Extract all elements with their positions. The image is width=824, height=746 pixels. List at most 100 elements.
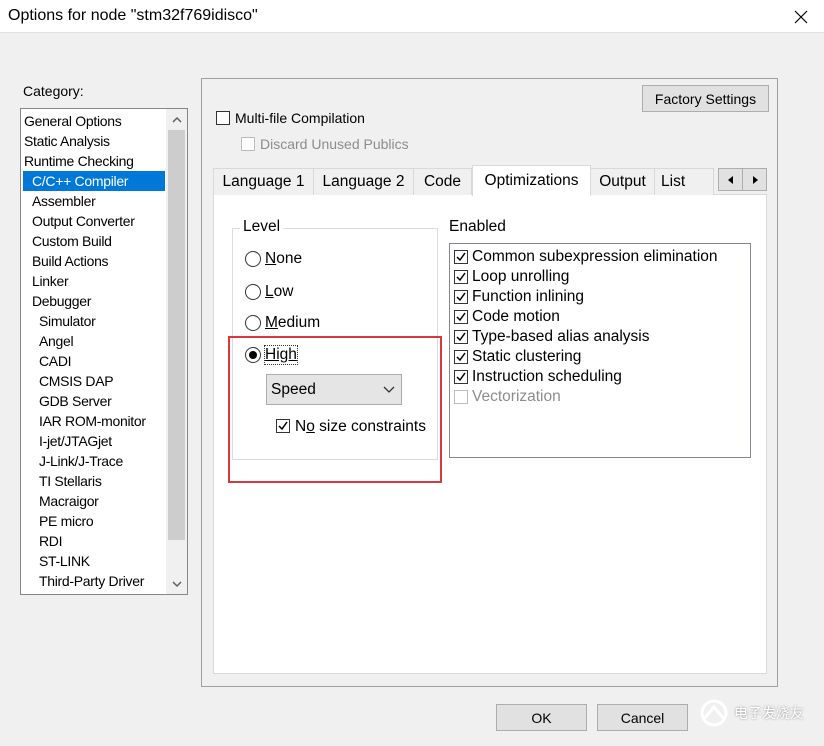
tab-language-2[interactable]: Language 2	[313, 168, 414, 195]
tab-output[interactable]: Output	[590, 168, 655, 195]
enabled-item-checkbox[interactable]	[454, 290, 468, 304]
category-item[interactable]: CADI	[21, 351, 166, 371]
scrollbar-thumb[interactable]	[168, 130, 185, 540]
tab-list[interactable]: List	[654, 168, 714, 195]
enabled-item-label: Code motion	[472, 308, 560, 325]
title-bar: Options for node "stm32f769idisco"	[0, 0, 824, 33]
enabled-item-label: Loop unrolling	[472, 268, 570, 285]
radio-medium-hotkey: M	[265, 314, 278, 331]
enabled-item[interactable]: Loop unrolling	[454, 267, 569, 287]
radio-none[interactable]	[245, 251, 261, 267]
watermark-text: 电子发烧友	[734, 705, 804, 721]
enabled-item[interactable]: Common subexpression elimination	[454, 247, 718, 267]
category-item[interactable]: J-Link/J-Trace	[21, 451, 166, 471]
highlight-annotation-box	[228, 336, 442, 483]
scroll-up-button[interactable]	[166, 109, 187, 130]
category-item[interactable]: General Options	[21, 111, 166, 131]
category-item[interactable]: IAR ROM-monitor	[21, 411, 166, 431]
checkmark-icon	[456, 272, 466, 282]
enabled-transformations-list[interactable]: Common subexpression elimination Loop unr…	[449, 243, 751, 458]
checkmark-icon	[456, 372, 466, 382]
radio-medium-rest: edium	[277, 314, 321, 331]
category-item[interactable]: I-jet/JTAGjet	[21, 431, 166, 451]
radio-low[interactable]	[245, 284, 261, 300]
radio-none-label: None	[265, 250, 302, 268]
enabled-item-checkbox[interactable]	[454, 390, 468, 404]
category-item[interactable]: GDB Server	[21, 391, 166, 411]
category-scrollbar[interactable]	[166, 109, 187, 594]
discard-checkbox[interactable]	[241, 137, 255, 151]
enabled-item-label: Vectorization	[472, 388, 561, 405]
category-item[interactable]: Third-Party Driver	[21, 571, 166, 591]
category-list[interactable]: General Options Static Analysis Runtime Ch…	[20, 108, 188, 595]
enabled-item[interactable]: Function inlining	[454, 287, 584, 307]
category-item[interactable]: Angel	[21, 331, 166, 351]
category-label: Category:	[23, 83, 84, 99]
triangle-left-icon	[727, 175, 733, 184]
category-item[interactable]: Macraigor	[21, 491, 166, 511]
cancel-button[interactable]: Cancel	[597, 704, 688, 731]
multifile-checkbox[interactable]	[216, 111, 230, 125]
enabled-item-label: Common subexpression elimination	[472, 248, 718, 265]
enabled-item-checkbox[interactable]	[454, 250, 468, 264]
enabled-item[interactable]: Type-based alias analysis	[454, 327, 650, 347]
radio-low-rest: ow	[273, 283, 294, 300]
category-item[interactable]: TI Stellaris	[21, 471, 166, 491]
enabled-item-checkbox[interactable]	[454, 330, 468, 344]
category-item[interactable]: Build Actions	[21, 251, 166, 271]
enabled-title: Enabled	[449, 218, 506, 235]
radio-none-rest: one	[276, 250, 303, 267]
window-title: Options for node "stm32f769idisco"	[8, 7, 258, 24]
scroll-down-button[interactable]	[166, 573, 187, 594]
tab-scroll-right-button[interactable]	[742, 168, 767, 191]
category-item[interactable]: Runtime Checking	[21, 151, 166, 171]
tab-optimizations[interactable]: Optimizations	[472, 165, 591, 196]
multifile-label: Multi-file Compilation	[235, 110, 365, 126]
discard-label: Discard Unused Publics	[260, 136, 409, 152]
enabled-item[interactable]: Static clustering	[454, 347, 581, 367]
enabled-item-label: Type-based alias analysis	[472, 328, 650, 345]
category-item[interactable]: CMSIS DAP	[21, 371, 166, 391]
enabled-item-checkbox[interactable]	[454, 310, 468, 324]
tab-code[interactable]: Code	[413, 168, 472, 195]
ok-button[interactable]: OK	[496, 704, 587, 731]
radio-medium[interactable]	[245, 315, 261, 331]
category-item[interactable]: PE micro	[21, 511, 166, 531]
chevron-up-icon	[171, 116, 182, 123]
checkmark-icon	[456, 312, 466, 322]
enabled-item[interactable]: Vectorization	[454, 387, 561, 407]
tab-scroll-left-button[interactable]	[718, 168, 743, 191]
enabled-item-label: Function inlining	[472, 288, 585, 305]
category-item[interactable]: Assembler	[21, 191, 166, 211]
category-items: General Options Static Analysis Runtime Ch…	[21, 111, 166, 591]
enabled-item-checkbox[interactable]	[454, 270, 468, 284]
category-item[interactable]: Static Analysis	[21, 131, 166, 151]
tab-language-1[interactable]: Language 1	[213, 168, 314, 195]
checkmark-icon	[456, 252, 466, 262]
category-item[interactable]: RDI	[21, 531, 166, 551]
checkmark-icon	[456, 292, 466, 302]
enabled-item-label: Static clustering	[472, 348, 582, 365]
close-icon	[794, 10, 808, 23]
enabled-item[interactable]: Code motion	[454, 307, 560, 327]
category-item[interactable]: Linker	[21, 271, 166, 291]
enabled-item-checkbox[interactable]	[454, 370, 468, 384]
level-title: Level	[240, 218, 284, 236]
radio-low-label: Low	[265, 283, 293, 301]
category-item[interactable]: ST-LINK	[21, 551, 166, 571]
tab-scroll-arrows	[718, 168, 768, 191]
radio-medium-label: Medium	[265, 314, 320, 332]
category-item[interactable]: Custom Build	[21, 231, 166, 251]
category-item[interactable]: C/C++ Compiler	[23, 171, 165, 191]
factory-settings-button[interactable]: Factory Settings	[642, 85, 769, 112]
enabled-item-checkbox[interactable]	[454, 350, 468, 364]
category-item[interactable]: Output Converter	[21, 211, 166, 231]
category-item[interactable]: Simulator	[21, 311, 166, 331]
enabled-item-label: Instruction scheduling	[472, 368, 622, 385]
chevron-down-icon	[171, 580, 182, 587]
enabled-item[interactable]: Instruction scheduling	[454, 367, 622, 387]
close-button[interactable]	[778, 0, 824, 33]
category-item[interactable]: Debugger	[21, 291, 166, 311]
triangle-right-icon	[752, 175, 758, 184]
watermark-logo-icon	[700, 699, 728, 727]
